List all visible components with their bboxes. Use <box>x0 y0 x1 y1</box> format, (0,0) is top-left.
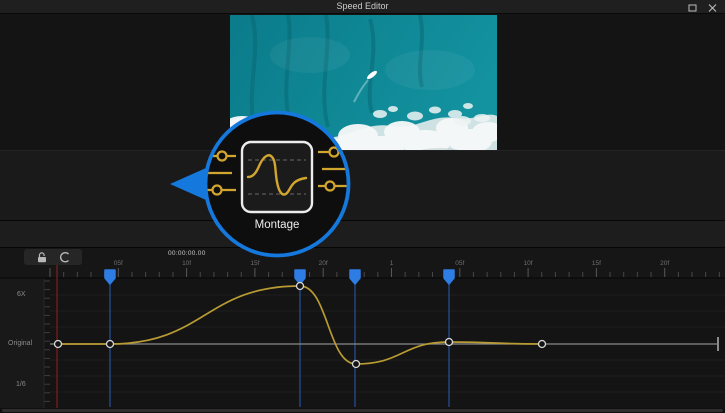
curve-control-point[interactable] <box>107 341 114 348</box>
curve-control-point[interactable] <box>297 283 304 290</box>
scrollbar-thumb[interactable] <box>2 409 723 412</box>
preset-strip: Change Voice Pitch ConstantCustomMontage… <box>0 150 725 220</box>
video-preview <box>230 15 497 165</box>
close-button[interactable] <box>705 2 719 13</box>
ruler-label: 1 <box>390 260 394 267</box>
timecode: 00:00:00.00 <box>168 250 206 257</box>
curve-control-point[interactable] <box>55 341 62 348</box>
titlebar: Speed Editor <box>0 0 725 14</box>
axis-label-bottom: 1/6 <box>16 381 26 388</box>
axis-label-top: 6X <box>17 291 26 298</box>
ruler-label: 15f <box>592 260 601 267</box>
ruler-label: 15f <box>250 260 259 267</box>
maximize-button[interactable] <box>685 2 699 13</box>
ruler-label: 05f <box>114 260 123 267</box>
axis-label-original: Original <box>8 340 32 347</box>
ruler-label: 10f <box>182 260 191 267</box>
lock-icon[interactable] <box>35 251 49 263</box>
curve-control-point[interactable] <box>446 339 453 346</box>
maximize-icon <box>688 4 697 12</box>
toolbar: Undo Redo Reset Next Add Point <box>0 220 725 248</box>
window-title: Speed Editor <box>0 1 725 11</box>
speed-editor-window: Speed Editor <box>0 0 725 413</box>
curve-control-point[interactable] <box>539 341 546 348</box>
curve-mode-icon[interactable] <box>58 251 71 263</box>
ocean-aerial-frame <box>230 15 497 165</box>
close-icon <box>708 4 717 12</box>
timeline-graph[interactable]: 05f 10f 15f 20f 1 05f 10f 15f 20f <box>0 248 725 413</box>
ruler-label: 10f <box>524 260 533 267</box>
timeline-tools <box>24 249 82 265</box>
ruler-label: 05f <box>455 260 464 267</box>
curve-control-point[interactable] <box>353 361 360 368</box>
ruler-label: 20f <box>660 260 669 267</box>
ruler-label: 20f <box>319 260 328 267</box>
